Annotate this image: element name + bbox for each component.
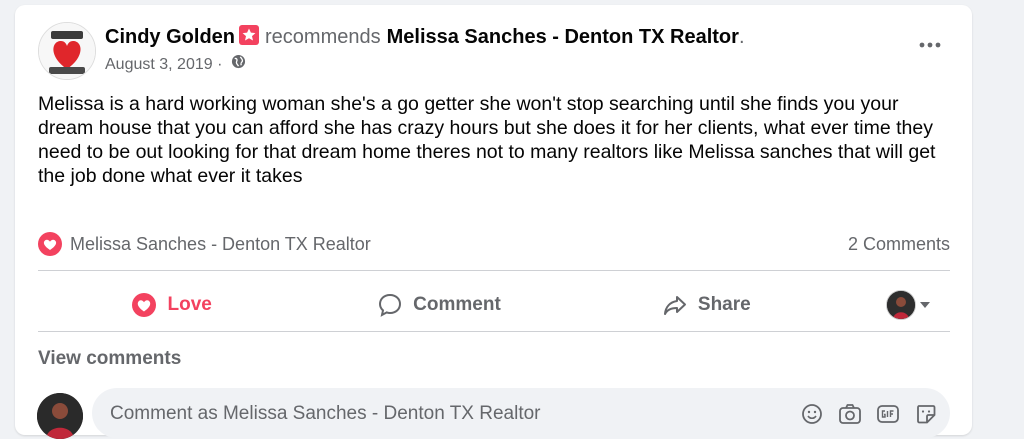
post-card: Cindy Golden recommends Melissa Sanches - … (15, 5, 972, 439)
page-name-link[interactable]: Melissa Sanches - Denton TX Realtor (387, 26, 739, 48)
header-period: . (738, 26, 745, 48)
emoji-icon[interactable] (800, 402, 824, 426)
more-icon (919, 42, 941, 48)
post-meta: August 3, 2019 · (105, 54, 246, 75)
share-icon (663, 296, 686, 315)
action-bar: Love Comment Share (38, 279, 950, 331)
author-name[interactable]: Cindy Golden (105, 26, 235, 48)
post-header: Cindy Golden recommends Melissa Sanches - … (105, 25, 745, 49)
share-button[interactable]: Share (573, 285, 840, 325)
love-button[interactable]: Love (38, 285, 305, 325)
author-avatar[interactable] (38, 22, 96, 80)
more-options-button[interactable] (918, 33, 942, 57)
reactor-name: Melissa Sanches - Denton TX Realtor (70, 233, 371, 254)
love-label: Love (167, 294, 212, 315)
post-date[interactable]: August 3, 2019 (105, 55, 213, 75)
reactions-summary: Melissa Sanches - Denton TX Realtor 2 Co… (38, 230, 950, 258)
post-text: Melissa is a hard working woman she's a … (38, 93, 936, 187)
comment-button[interactable]: Comment (305, 285, 572, 325)
globe-icon (231, 54, 246, 75)
composer-avatar[interactable] (37, 393, 83, 439)
divider-top (38, 270, 950, 271)
divider-bottom (38, 331, 950, 332)
reactions-left[interactable]: Melissa Sanches - Denton TX Realtor (38, 232, 371, 256)
camera-icon[interactable] (838, 402, 862, 426)
comment-composer (92, 388, 950, 438)
sticker-icon[interactable] (914, 402, 938, 426)
author-avatar-image (39, 23, 95, 79)
identity-avatar (885, 290, 916, 320)
love-icon (132, 293, 157, 317)
composer-tools (800, 402, 938, 426)
reaction-identity-selector[interactable] (840, 285, 950, 325)
recommend-icon (239, 25, 259, 45)
comment-label: Comment (413, 294, 501, 315)
share-label: Share (697, 294, 751, 315)
comment-input[interactable] (108, 402, 772, 426)
gif-icon[interactable] (876, 402, 900, 426)
comments-count[interactable]: 2 Comments (848, 234, 950, 255)
love-reaction-icon (38, 232, 62, 256)
recommends-text: recommends (265, 26, 381, 48)
comment-icon (379, 293, 402, 317)
view-comments-link[interactable]: View comments (38, 348, 181, 370)
date-separator: · (212, 55, 227, 73)
chevron-down-icon (919, 302, 930, 308)
